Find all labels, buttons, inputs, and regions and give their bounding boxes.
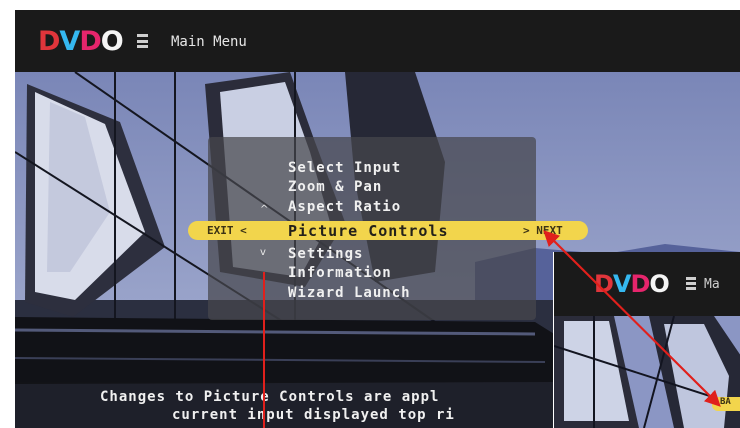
menu-item-picture-controls[interactable]: Picture Controls <box>288 222 449 240</box>
down-arrow-icon: v <box>260 247 266 258</box>
inset-hamburger-icon <box>686 277 696 290</box>
menu-item-zoom-pan[interactable]: Zoom & Pan <box>288 179 382 195</box>
dvdo-logo: DVDO <box>38 26 124 57</box>
top-bar: DVDO Main Menu <box>15 10 740 72</box>
hamburger-icon[interactable] <box>137 34 148 48</box>
inset-ship-scene <box>554 315 740 428</box>
menu-item-information[interactable]: Information <box>288 265 392 281</box>
inset-top-bar: DVDO Ma <box>554 252 740 316</box>
menu-item-settings[interactable]: Settings <box>288 246 363 262</box>
menu-item-aspect-ratio[interactable]: Aspect Ratio <box>288 199 401 215</box>
page-title: Main Menu <box>171 34 247 50</box>
menu-item-wizard-launch[interactable]: Wizard Launch <box>288 285 411 301</box>
exit-hint[interactable]: EXIT < <box>207 224 247 237</box>
next-hint[interactable]: > NEXT <box>523 224 563 237</box>
menu-item-select-input[interactable]: Select Input <box>288 160 401 176</box>
zoomed-inset: DVDO Ma BA <box>553 252 740 428</box>
inset-dvdo-logo: DVDO <box>594 270 670 298</box>
inset-title: Ma <box>704 277 720 292</box>
inset-highlight-text: BA <box>720 397 731 407</box>
up-arrow-icon: ^ <box>260 204 269 215</box>
